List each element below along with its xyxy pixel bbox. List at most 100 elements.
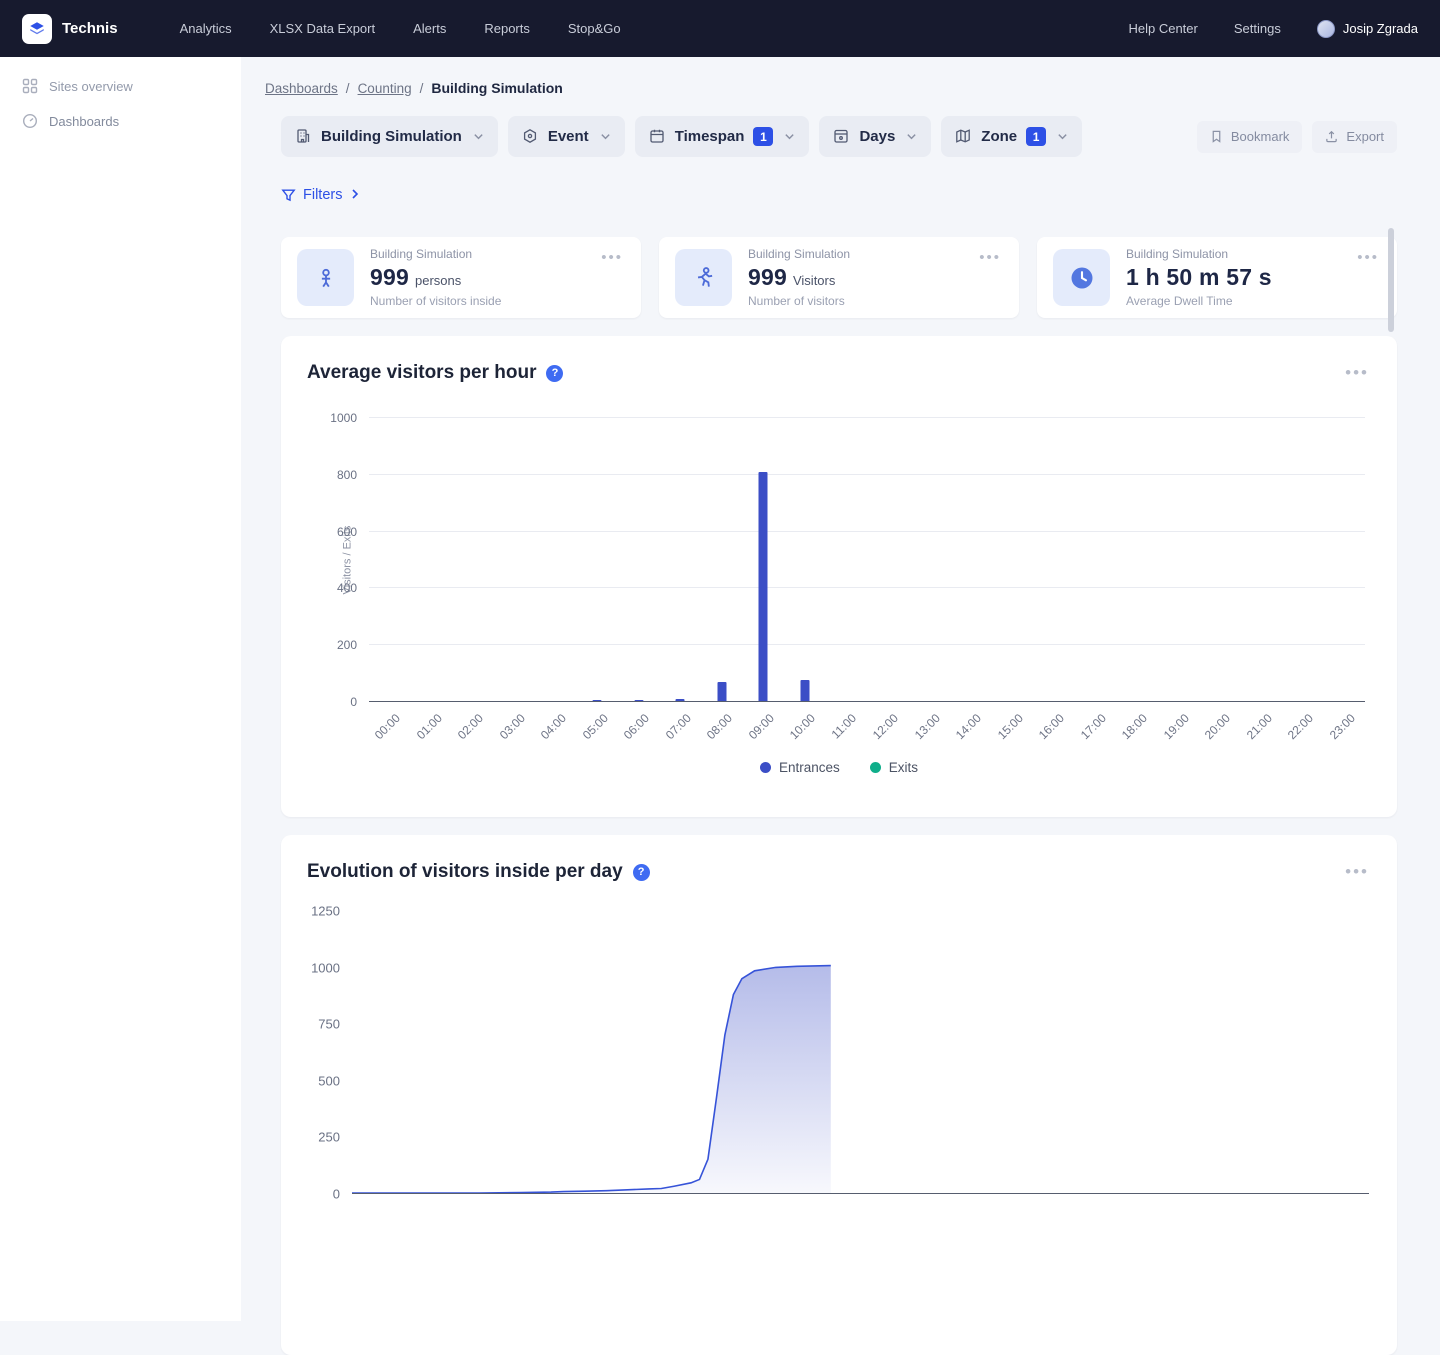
legend-exits[interactable]: Exits	[870, 760, 918, 775]
x-tick-label: 02:00	[452, 702, 494, 752]
stat-value: 1 h 50 m 57 s	[1126, 264, 1272, 291]
nav-item-settings[interactable]: Settings	[1234, 21, 1281, 36]
breadcrumb-counting[interactable]: Counting	[358, 81, 412, 96]
bar-slot	[1075, 418, 1117, 702]
x-tick-label: 18:00	[1116, 702, 1158, 752]
x-tick-label: 00:00	[369, 702, 411, 752]
x-tick-label: 23:00	[1324, 702, 1366, 752]
stat-subtitle: Average Dwell Time	[1126, 294, 1355, 308]
more-menu-icon[interactable]: •••	[977, 249, 1003, 267]
filter-label: Zone	[981, 128, 1017, 145]
breadcrumb-dashboards[interactable]: Dashboards	[265, 81, 338, 96]
area-chart-svg	[352, 911, 1369, 1193]
bar-slot	[1199, 418, 1241, 702]
chevron-down-icon	[473, 131, 484, 142]
sidebar-item-sites-overview[interactable]: Sites overview	[0, 69, 241, 104]
x-tick-label: 10:00	[784, 702, 826, 752]
bar-slot	[867, 418, 909, 702]
x-tick-label: 14:00	[950, 702, 992, 752]
bar-slot	[992, 418, 1034, 702]
stat-card-dwell-time: Building Simulation 1 h 50 m 57 s Averag…	[1037, 237, 1397, 318]
filter-building-simulation[interactable]: Building Simulation	[281, 116, 498, 157]
user-menu[interactable]: Josip Zgrada	[1317, 20, 1418, 38]
bar-slot	[1116, 418, 1158, 702]
bookmark-label: Bookmark	[1231, 129, 1290, 144]
more-menu-icon[interactable]: •••	[1343, 863, 1371, 881]
nav-item-alerts[interactable]: Alerts	[413, 21, 446, 36]
chart-card-average-visitors: Average visitors per hour ? ••• Visitors…	[281, 336, 1397, 817]
filter-days[interactable]: Days	[819, 116, 931, 157]
nav-item-xlsx-data-export[interactable]: XLSX Data Export	[270, 21, 376, 36]
filter-timespan[interactable]: Timespan 1	[635, 116, 810, 157]
stat-body: Building Simulation 999 Visitors Number …	[748, 247, 977, 308]
bar-slot	[660, 418, 702, 702]
layers-icon	[22, 14, 52, 44]
y-tick-label: 500	[318, 1073, 340, 1088]
stat-subtitle: Number of visitors inside	[370, 294, 599, 308]
brand[interactable]: Technis	[22, 14, 118, 44]
bar-chart-plot: Visitors / Exits 02004006008001000	[369, 418, 1365, 702]
sidebar-item-label: Dashboards	[49, 114, 119, 129]
day-icon	[833, 128, 850, 145]
top-navigation: Technis Analytics XLSX Data Export Alert…	[0, 0, 1440, 57]
filter-actions: Bookmark Export	[1197, 121, 1397, 153]
scrollbar[interactable]	[1388, 228, 1394, 332]
bar-slot	[950, 418, 992, 702]
y-tick-label: 750	[318, 1017, 340, 1032]
stat-body: Building Simulation 999 persons Number o…	[370, 247, 599, 308]
export-button[interactable]: Export	[1312, 121, 1397, 153]
stat-cards: Building Simulation 999 persons Number o…	[281, 237, 1397, 318]
help-icon[interactable]: ?	[633, 864, 650, 881]
x-tick-label: 01:00	[411, 702, 453, 752]
filters-toggle[interactable]: Filters	[281, 187, 364, 203]
entrances-bar	[759, 472, 768, 702]
y-tick-label: 800	[337, 468, 357, 482]
nav-item-help-center[interactable]: Help Center	[1128, 21, 1197, 36]
runner-icon	[675, 249, 732, 306]
help-icon[interactable]: ?	[546, 365, 563, 382]
more-menu-icon[interactable]: •••	[1355, 249, 1381, 267]
primary-nav: Analytics XLSX Data Export Alerts Report…	[180, 21, 621, 36]
calendar-icon	[649, 128, 666, 145]
chart-card-evolution: Evolution of visitors inside per day ? •…	[281, 835, 1397, 1355]
building-icon	[295, 128, 312, 145]
more-menu-icon[interactable]: •••	[599, 249, 625, 267]
bookmark-button[interactable]: Bookmark	[1197, 121, 1303, 153]
filter-bar: Building Simulation Event Timespan 1	[281, 116, 1397, 157]
entrances-dot-icon	[760, 762, 771, 773]
bar-slot	[701, 418, 743, 702]
breadcrumb-separator: /	[420, 81, 424, 96]
bar-slot	[909, 418, 951, 702]
bar-slot	[1033, 418, 1075, 702]
x-tick-label: 09:00	[743, 702, 785, 752]
breadcrumb-separator: /	[346, 81, 350, 96]
nav-item-stop-and-go[interactable]: Stop&Go	[568, 21, 621, 36]
filter-zone[interactable]: Zone 1	[941, 116, 1082, 157]
bar-chart-xlabels: 00:0001:0002:0003:0004:0005:0006:0007:00…	[369, 702, 1365, 752]
legend-entrances[interactable]: Entrances	[760, 760, 840, 775]
stat-title: Building Simulation	[748, 247, 977, 261]
x-tick-label: 19:00	[1158, 702, 1200, 752]
more-menu-icon[interactable]: •••	[1343, 364, 1371, 382]
nav-item-reports[interactable]: Reports	[484, 21, 530, 36]
bar-slot	[784, 418, 826, 702]
stat-body: Building Simulation 1 h 50 m 57 s Averag…	[1126, 247, 1355, 308]
nav-right: Help Center Settings Josip Zgrada	[1128, 20, 1418, 38]
chevron-right-icon	[349, 188, 364, 203]
breadcrumb: Dashboards / Counting / Building Simulat…	[241, 57, 1440, 96]
sidebar-item-dashboards[interactable]: Dashboards	[0, 104, 241, 139]
filters-link-label: Filters	[303, 187, 342, 203]
chevron-down-icon	[906, 131, 917, 142]
x-tick-label: 12:00	[867, 702, 909, 752]
nav-item-analytics[interactable]: Analytics	[180, 21, 232, 36]
tag-icon	[522, 128, 539, 145]
legend-label: Exits	[889, 760, 918, 775]
grid-icon	[22, 78, 39, 95]
y-tick-label: 1000	[311, 960, 340, 975]
x-tick-label: 08:00	[701, 702, 743, 752]
filter-event[interactable]: Event	[508, 116, 625, 157]
dashboard-content: Building Simulation Event Timespan 1	[241, 96, 1440, 1355]
exits-dot-icon	[870, 762, 881, 773]
stat-unit: Visitors	[793, 273, 835, 288]
area-path	[352, 966, 831, 1193]
